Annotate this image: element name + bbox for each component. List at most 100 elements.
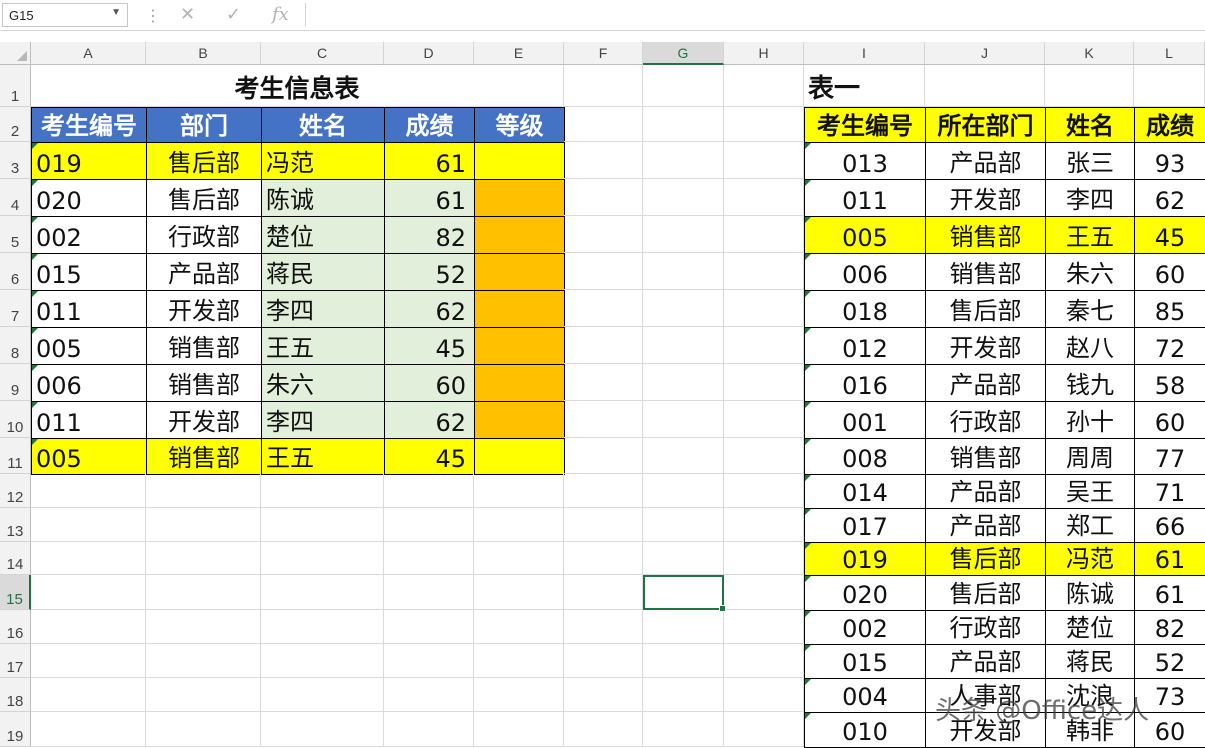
right-data-cell[interactable]: 60 <box>1134 401 1205 439</box>
empty-cell[interactable] <box>564 610 643 644</box>
right-data-cell[interactable]: 017 <box>804 508 926 543</box>
right-data-cell[interactable]: 销售部 <box>925 438 1046 475</box>
right-data-cell[interactable]: 开发部 <box>925 327 1046 365</box>
right-data-cell[interactable]: 58 <box>1134 364 1205 402</box>
left-data-cell[interactable] <box>474 216 565 254</box>
empty-cell[interactable] <box>261 610 384 644</box>
enter-icon[interactable]: ✓ <box>226 4 241 25</box>
left-data-cell[interactable]: 李四 <box>261 401 385 439</box>
empty-cell[interactable] <box>564 107 643 142</box>
right-data-cell[interactable]: 004 <box>804 678 926 713</box>
column-header[interactable]: J <box>925 42 1045 65</box>
empty-cell[interactable] <box>724 290 804 327</box>
more-options-icon[interactable]: ⋮ <box>145 6 161 25</box>
left-data-cell[interactable]: 售后部 <box>146 179 262 217</box>
empty-cell[interactable] <box>724 216 804 253</box>
left-table-title[interactable]: 考生信息表 <box>31 65 564 107</box>
left-data-cell[interactable] <box>474 290 565 328</box>
left-data-cell[interactable]: 011 <box>31 401 147 439</box>
empty-cell[interactable] <box>261 678 384 712</box>
row-header[interactable]: 6 <box>0 253 31 290</box>
right-data-cell[interactable]: 陈诚 <box>1045 575 1135 611</box>
empty-cell[interactable] <box>643 644 724 678</box>
empty-cell[interactable] <box>724 401 804 438</box>
left-data-cell[interactable]: 冯范 <box>261 142 385 180</box>
empty-cell[interactable] <box>261 542 384 575</box>
empty-cell[interactable] <box>146 474 261 508</box>
row-header[interactable]: 5 <box>0 216 31 253</box>
column-header[interactable]: A <box>31 42 146 65</box>
left-data-cell[interactable]: 61 <box>384 142 475 180</box>
left-data-cell[interactable]: 王五 <box>261 327 385 365</box>
left-data-cell[interactable]: 005 <box>31 438 147 475</box>
right-data-cell[interactable]: 行政部 <box>925 401 1046 439</box>
empty-cell[interactable] <box>384 542 474 575</box>
column-header[interactable]: I <box>804 42 925 65</box>
empty-cell[interactable] <box>474 575 564 610</box>
right-data-cell[interactable]: 71 <box>1134 474 1205 509</box>
right-data-cell[interactable]: 郑工 <box>1045 508 1135 543</box>
right-data-cell[interactable]: 产品部 <box>925 508 1046 543</box>
empty-cell[interactable] <box>31 542 146 575</box>
empty-cell[interactable] <box>643 712 724 747</box>
column-header[interactable]: H <box>724 42 804 65</box>
row-header[interactable]: 8 <box>0 327 31 364</box>
empty-cell[interactable] <box>564 327 643 364</box>
right-data-cell[interactable]: 60 <box>1134 253 1205 291</box>
right-data-cell[interactable]: 019 <box>804 542 926 576</box>
right-data-cell[interactable]: 销售部 <box>925 253 1046 291</box>
right-data-cell[interactable]: 楚位 <box>1045 610 1135 645</box>
empty-cell[interactable] <box>564 142 643 179</box>
left-data-cell[interactable]: 52 <box>384 253 475 291</box>
right-data-cell[interactable]: 002 <box>804 610 926 645</box>
right-data-cell[interactable]: 秦七 <box>1045 290 1135 328</box>
right-data-cell[interactable]: 开发部 <box>925 179 1046 217</box>
right-data-cell[interactable]: 52 <box>1134 644 1205 679</box>
right-data-cell[interactable]: 李四 <box>1045 179 1135 217</box>
empty-cell[interactable] <box>146 712 261 747</box>
right-data-cell[interactable]: 行政部 <box>925 610 1046 645</box>
row-header[interactable]: 12 <box>0 474 31 508</box>
right-data-cell[interactable]: 005 <box>804 216 926 254</box>
column-header[interactable]: C <box>261 42 384 65</box>
left-header-cell[interactable]: 成绩 <box>384 107 475 143</box>
formula-input[interactable] <box>305 3 1204 27</box>
empty-cell[interactable] <box>643 508 724 542</box>
left-data-cell[interactable]: 45 <box>384 438 475 475</box>
left-data-cell[interactable]: 62 <box>384 290 475 328</box>
column-header[interactable]: K <box>1045 42 1134 65</box>
left-header-cell[interactable]: 姓名 <box>261 107 385 143</box>
right-data-cell[interactable]: 82 <box>1134 610 1205 645</box>
empty-cell[interactable] <box>643 474 724 508</box>
right-data-cell[interactable]: 010 <box>804 712 926 748</box>
right-header-cell[interactable]: 所在部门 <box>925 107 1046 143</box>
right-data-cell[interactable]: 产品部 <box>925 142 1046 180</box>
empty-cell[interactable] <box>261 712 384 747</box>
left-data-cell[interactable]: 销售部 <box>146 438 262 475</box>
right-data-cell[interactable]: 006 <box>804 253 926 291</box>
name-box[interactable]: G15 ▼ <box>2 3 128 27</box>
empty-cell[interactable] <box>146 644 261 678</box>
left-data-cell[interactable] <box>474 142 565 180</box>
empty-cell[interactable] <box>724 327 804 364</box>
right-data-cell[interactable]: 售后部 <box>925 542 1046 576</box>
selected-cell-g15[interactable] <box>643 575 726 612</box>
left-data-cell[interactable]: 002 <box>31 216 147 254</box>
row-header[interactable]: 3 <box>0 142 31 179</box>
right-table-title[interactable]: 表一 <box>804 65 925 107</box>
empty-cell[interactable] <box>146 508 261 542</box>
right-data-cell[interactable]: 周周 <box>1045 438 1135 475</box>
right-data-cell[interactable]: 孙十 <box>1045 401 1135 439</box>
empty-cell[interactable] <box>31 644 146 678</box>
empty-cell[interactable] <box>564 65 643 107</box>
left-data-cell[interactable] <box>474 364 565 402</box>
right-data-cell[interactable]: 售后部 <box>925 290 1046 328</box>
right-data-cell[interactable]: 产品部 <box>925 364 1046 402</box>
left-data-cell[interactable] <box>474 253 565 291</box>
row-header[interactable]: 16 <box>0 610 31 644</box>
left-data-cell[interactable]: 销售部 <box>146 364 262 402</box>
left-data-cell[interactable]: 行政部 <box>146 216 262 254</box>
column-header[interactable]: F <box>564 42 643 65</box>
right-data-cell[interactable]: 008 <box>804 438 926 475</box>
right-data-cell[interactable]: 61 <box>1134 575 1205 611</box>
